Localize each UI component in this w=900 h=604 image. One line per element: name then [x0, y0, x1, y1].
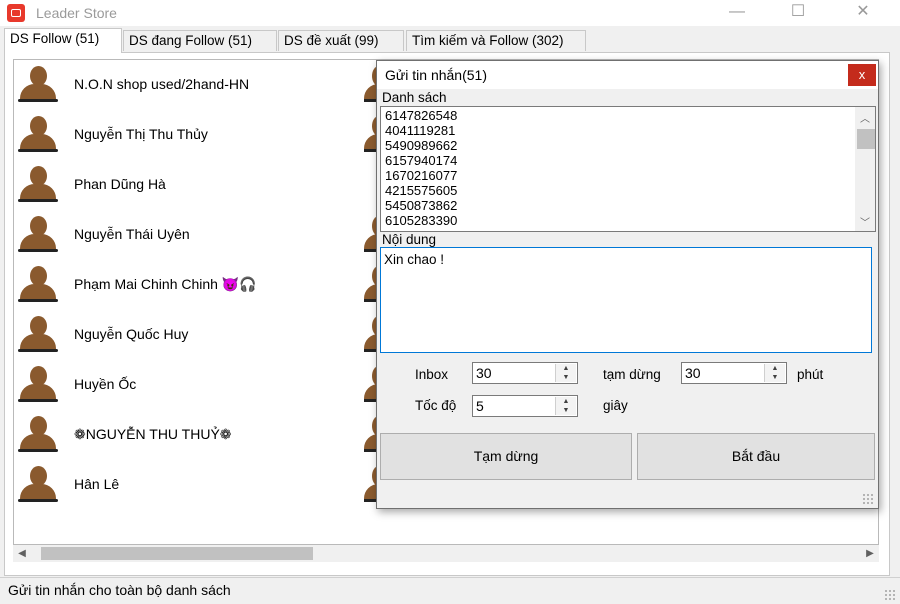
- list-item[interactable]: Nguyễn Thị Thu Thủy: [14, 110, 354, 160]
- list-item[interactable]: Phạm Mai Chinh Chinh 😈🎧: [14, 260, 354, 310]
- inbox-value: 30: [476, 365, 492, 381]
- inbox-stepper[interactable]: 30 ▲ ▼: [472, 362, 578, 384]
- maximize-button[interactable]: ☐: [775, 0, 821, 26]
- avatar-icon: [18, 316, 58, 352]
- tab-ds-de-xuat[interactable]: DS đề xuất (99): [278, 30, 404, 51]
- avatar-icon: [18, 166, 58, 202]
- list-item[interactable]: 5490989662: [385, 138, 457, 153]
- inbox-label: Inbox: [415, 367, 449, 382]
- user-name: Nguyễn Quốc Huy: [74, 326, 189, 342]
- user-name: N.O.N shop used/2hand-HN: [74, 76, 250, 92]
- minimize-button[interactable]: —: [714, 0, 760, 26]
- user-name: Hân Lê: [74, 476, 120, 492]
- horizontal-scrollbar[interactable]: ◀ ▶: [13, 545, 879, 562]
- minutes-label: phút: [797, 367, 824, 382]
- user-name: Nguyễn Thái Uyên: [74, 226, 190, 242]
- list-item[interactable]: Phan Dũng Hà: [14, 160, 354, 210]
- avatar-icon: [18, 266, 58, 302]
- list-item[interactable]: Huyền Ốc: [14, 360, 354, 410]
- scroll-right-icon[interactable]: ▶: [863, 547, 877, 560]
- vertical-scrollbar[interactable]: ︿ ﹀: [855, 107, 875, 231]
- list-item[interactable]: 5450873862: [385, 198, 457, 213]
- scroll-left-icon[interactable]: ◀: [15, 547, 29, 560]
- avatar-icon: [18, 116, 58, 152]
- recipient-listbox[interactable]: 6147826548 4041119281 5490989662 6157940…: [380, 106, 876, 232]
- list-item[interactable]: 4041119281: [385, 123, 455, 138]
- dialog-close-button[interactable]: x: [848, 64, 876, 86]
- pause-label: tạm dừng: [603, 367, 661, 382]
- list-item[interactable]: 6157940174: [385, 153, 457, 168]
- list-item[interactable]: N.O.N shop used/2hand-HN: [14, 60, 354, 110]
- resize-grip-icon[interactable]: [862, 493, 874, 505]
- list-label: Danh sách: [382, 90, 447, 105]
- pause-stepper[interactable]: 30 ▲ ▼: [681, 362, 787, 384]
- list-item[interactable]: 6147826548: [385, 108, 457, 123]
- user-name: Phạm Mai Chinh Chinh 😈🎧: [74, 276, 257, 292]
- send-message-dialog: Gửi tin nhắn(51) x Danh sách 6147826548 …: [376, 60, 879, 509]
- tab-ds-follow[interactable]: DS Follow (51): [4, 28, 122, 53]
- list-item[interactable]: Hân Lê: [14, 460, 354, 510]
- scroll-thumb[interactable]: [857, 129, 875, 149]
- dialog-titlebar: Gửi tin nhắn(51) x: [377, 61, 878, 89]
- pause-button[interactable]: Tạm dừng: [380, 433, 632, 480]
- speed-value: 5: [476, 398, 484, 414]
- list-item[interactable]: 4215575605: [385, 183, 457, 198]
- user-name: ❁NGUYỄN THU THUỶ❁: [74, 426, 232, 442]
- avatar-icon: [18, 366, 58, 402]
- user-name: Nguyễn Thị Thu Thủy: [74, 126, 208, 142]
- avatar-icon: [18, 216, 58, 252]
- app-logo-icon: [7, 4, 25, 22]
- seconds-label: giây: [603, 398, 628, 413]
- content-label: Nội dung: [382, 232, 437, 247]
- spin-down-icon[interactable]: ▼: [556, 406, 576, 415]
- avatar-icon: [18, 466, 58, 502]
- window-title: Leader Store: [36, 5, 117, 21]
- user-name: Huyền Ốc: [74, 376, 137, 392]
- avatar-icon: [18, 66, 58, 102]
- list-item[interactable]: Nguyễn Quốc Huy: [14, 310, 354, 360]
- speed-label: Tốc độ: [415, 398, 457, 413]
- dialog-title: Gửi tin nhắn(51): [385, 67, 487, 83]
- list-item[interactable]: Nguyễn Thái Uyên: [14, 210, 354, 260]
- status-text: Gửi tin nhắn cho toàn bộ danh sách: [8, 582, 231, 598]
- user-name: Phan Dũng Hà: [74, 176, 166, 192]
- pause-value: 30: [685, 365, 701, 381]
- scroll-up-icon[interactable]: ︿: [858, 110, 872, 125]
- tab-tim-kiem-follow[interactable]: Tìm kiếm và Follow (302): [406, 30, 586, 51]
- scroll-thumb[interactable]: [41, 547, 313, 560]
- resize-grip-icon[interactable]: [884, 589, 896, 601]
- close-button[interactable]: ✕: [840, 0, 886, 26]
- message-textarea[interactable]: Xin chao !: [380, 247, 872, 353]
- avatar-icon: [18, 416, 58, 452]
- list-item[interactable]: 6105283390: [385, 213, 457, 228]
- scroll-down-icon[interactable]: ﹀: [858, 214, 872, 229]
- spin-down-icon[interactable]: ▼: [765, 373, 785, 382]
- speed-stepper[interactable]: 5 ▲ ▼: [472, 395, 578, 417]
- window-titlebar: Leader Store — ☐ ✕: [0, 0, 900, 26]
- spin-down-icon[interactable]: ▼: [556, 373, 576, 382]
- tab-ds-dang-follow[interactable]: DS đang Follow (51): [123, 30, 277, 51]
- list-item[interactable]: ❁NGUYỄN THU THUỶ❁: [14, 410, 354, 460]
- list-item[interactable]: 1670216077: [385, 168, 457, 183]
- status-bar: Gửi tin nhắn cho toàn bộ danh sách: [0, 577, 900, 604]
- start-button[interactable]: Bắt đầu: [637, 433, 875, 480]
